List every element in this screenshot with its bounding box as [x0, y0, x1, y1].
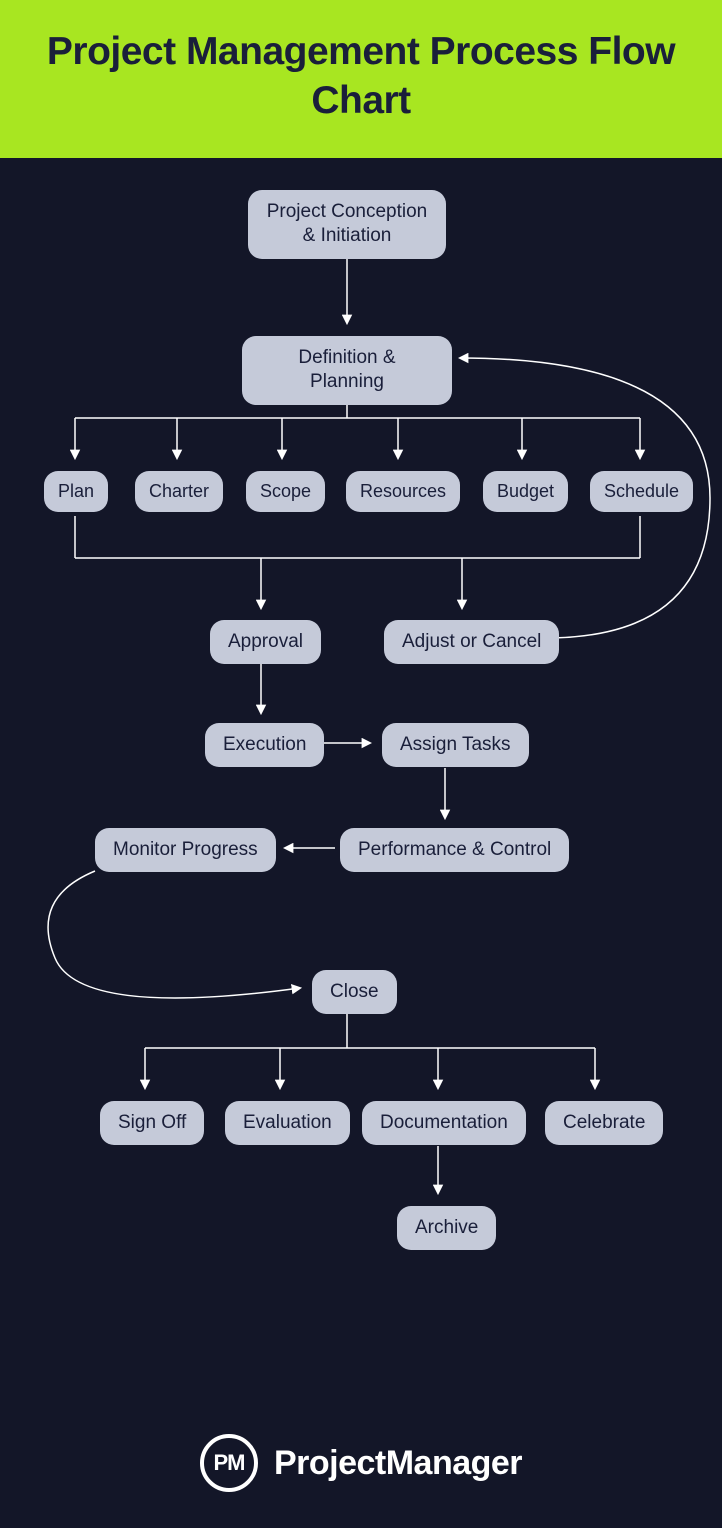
node-evaluation: Evaluation — [225, 1101, 350, 1146]
node-archive: Archive — [397, 1206, 496, 1251]
node-schedule: Schedule — [590, 471, 693, 512]
node-signoff: Sign Off — [100, 1101, 204, 1146]
node-documentation: Documentation — [362, 1101, 526, 1146]
chart-title: Project Management Process Flow Chart — [20, 28, 702, 126]
node-execution: Execution — [205, 723, 324, 768]
node-monitor: Monitor Progress — [95, 828, 276, 873]
node-celebrate: Celebrate — [545, 1101, 663, 1146]
logo-brand-name: ProjectManager — [274, 1444, 522, 1483]
flowchart-canvas: Project Conception & Initiation Definiti… — [0, 158, 722, 1398]
logo-badge-icon: PM — [200, 1434, 258, 1492]
node-budget: Budget — [483, 471, 568, 512]
node-conception: Project Conception & Initiation — [248, 190, 446, 259]
footer-logo: PM ProjectManager — [0, 1398, 722, 1528]
node-charter: Charter — [135, 471, 223, 512]
logo-initials: PM — [213, 1450, 244, 1476]
node-adjust: Adjust or Cancel — [384, 620, 559, 665]
node-approval: Approval — [210, 620, 321, 665]
node-assign: Assign Tasks — [382, 723, 529, 768]
node-scope: Scope — [246, 471, 325, 512]
node-definition: Definition & Planning — [242, 336, 452, 405]
node-plan: Plan — [44, 471, 108, 512]
header-banner: Project Management Process Flow Chart — [0, 0, 722, 158]
node-resources: Resources — [346, 471, 460, 512]
node-close: Close — [312, 970, 397, 1015]
node-performance: Performance & Control — [340, 828, 569, 873]
